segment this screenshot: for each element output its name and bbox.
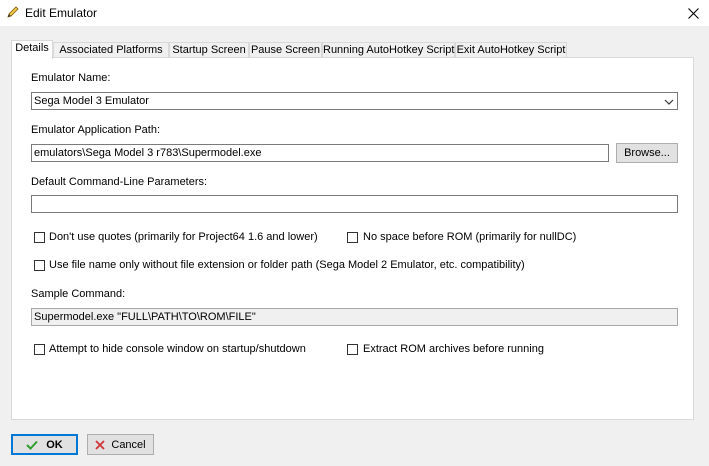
sample-command-label: Sample Command: — [31, 288, 126, 300]
filename-only-checkbox[interactable] — [34, 260, 45, 271]
ok-button[interactable]: OK — [11, 434, 78, 455]
cancel-label: Cancel — [111, 438, 146, 451]
sample-command-field: Supermodel.exe "FULL\PATH\TO\ROM\FILE" — [31, 308, 678, 326]
no-quotes-checkbox[interactable] — [34, 232, 45, 243]
chevron-down-icon — [664, 96, 674, 106]
ok-label: OK — [46, 438, 63, 451]
pencil-icon — [6, 5, 20, 19]
app-path-label: Emulator Application Path: — [31, 124, 161, 136]
tab-startup-screen[interactable]: Startup Screen — [169, 42, 249, 58]
close-button[interactable] — [677, 0, 709, 26]
params-input[interactable] — [31, 195, 678, 213]
browse-button[interactable]: Browse... — [616, 143, 678, 163]
app-path-input[interactable]: emulators\Sega Model 3 r783\Supermodel.e… — [31, 144, 609, 162]
cancel-button[interactable]: Cancel — [87, 434, 154, 455]
close-icon — [687, 7, 699, 19]
emulator-name-label: Emulator Name: — [31, 72, 111, 84]
emulator-name-dropdown[interactable]: Sega Model 3 Emulator — [31, 92, 678, 110]
tab-pause-screen[interactable]: Pause Screen — [249, 42, 322, 58]
tab-details[interactable]: Details — [11, 40, 53, 59]
details-panel: Emulator Name: Sega Model 3 Emulator Emu… — [11, 57, 694, 420]
window-title: Edit Emulator — [25, 6, 98, 20]
cancel-x-icon — [95, 439, 106, 450]
emulator-name-value: Sega Model 3 Emulator — [34, 95, 149, 107]
hide-console-label: Attempt to hide console window on startu… — [49, 343, 306, 355]
params-label: Default Command-Line Parameters: — [31, 176, 208, 188]
checkmark-icon — [26, 440, 38, 450]
tab-exit-autohotkey-script[interactable]: Exit AutoHotkey Script — [455, 42, 567, 58]
tab-running-autohotkey-script[interactable]: Running AutoHotkey Script — [322, 42, 455, 58]
extract-roms-checkbox[interactable] — [347, 344, 358, 355]
no-quotes-label: Don't use quotes (primarily for Project6… — [49, 231, 318, 243]
no-space-checkbox[interactable] — [347, 232, 358, 243]
no-space-label: No space before ROM (primarily for nullD… — [363, 231, 577, 243]
filename-only-label: Use file name only without file extensio… — [49, 259, 525, 271]
hide-console-checkbox[interactable] — [34, 344, 45, 355]
extract-roms-label: Extract ROM archives before running — [363, 343, 544, 355]
title-bar: Edit Emulator — [0, 0, 709, 26]
tab-associated-platforms[interactable]: Associated Platforms — [53, 42, 169, 58]
